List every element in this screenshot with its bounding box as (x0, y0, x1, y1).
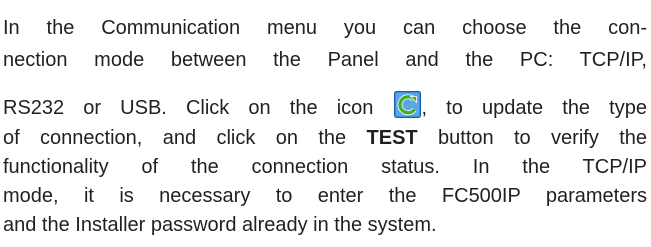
paragraph-line-3: RS232 or USB. Click on the icon , to upd… (3, 91, 647, 119)
line-3-text-after-icon: , to update the type (421, 97, 647, 119)
line-3-text-before-icon: RS232 or USB. Click on the icon (3, 97, 393, 119)
line-4-text-before-bold: of connection, and click on the (3, 127, 367, 149)
paragraph-line-5: functionality of the connection status. … (3, 154, 647, 180)
line-4-text-after-bold: button to verify the (417, 127, 647, 149)
line-7-text: and the Installer password already in th… (3, 214, 437, 236)
line-5-text: functionality of the connection status. … (3, 156, 647, 178)
line-2-text: nection mode between the Panel and the P… (3, 49, 647, 71)
refresh-icon[interactable] (393, 91, 421, 118)
paragraph-line-1: In the Communication menu you can choose… (3, 15, 647, 41)
paragraph-line-2: nection mode between the Panel and the P… (3, 47, 647, 73)
test-button-label: TEST (366, 127, 418, 149)
paragraph-line-4: of connection, and click on the TEST but… (3, 125, 647, 151)
paragraph-line-6: mode, it is necessary to enter the FC500… (3, 183, 647, 209)
line-1-text: In the Communication menu you can choose… (3, 17, 647, 39)
paragraph-line-7: and the Installer password already in th… (3, 212, 647, 238)
refresh-icon-graphic (393, 91, 421, 118)
line-6-text: mode, it is necessary to enter the FC500… (3, 185, 647, 207)
